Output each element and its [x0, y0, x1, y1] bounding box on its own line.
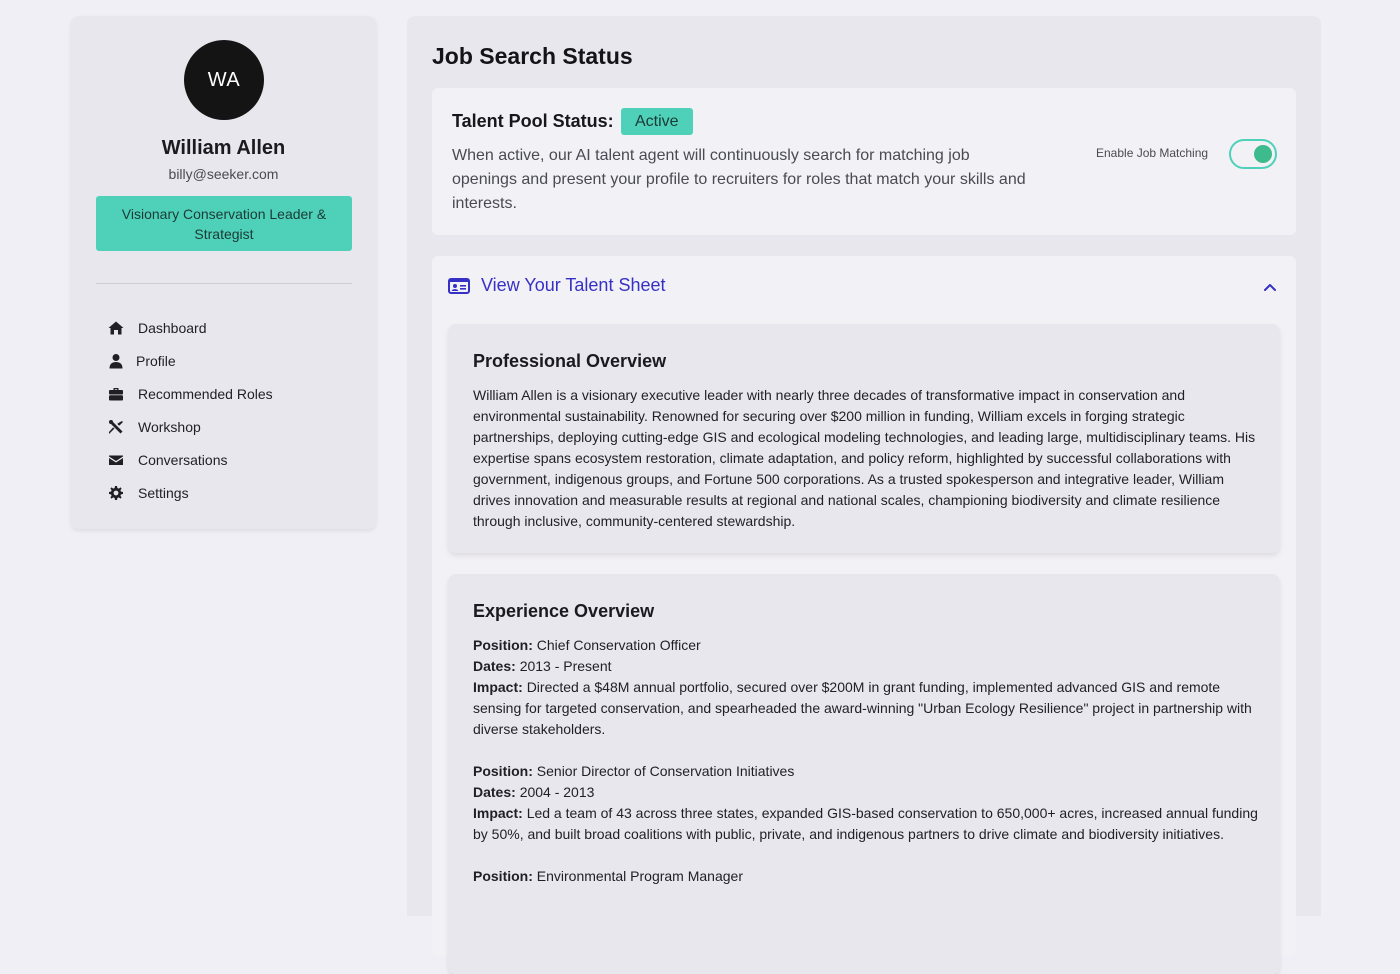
- experience-entry: Position: Senior Director of Conservatio…: [473, 761, 1263, 845]
- job-matching-toggle-label: Enable Job Matching: [1096, 146, 1209, 160]
- nav-label: Settings: [138, 484, 189, 501]
- gear-icon: [107, 484, 124, 501]
- nav-item-recommended-roles[interactable]: Recommended Roles: [107, 377, 347, 410]
- talent-pool-status-card: Talent Pool Status: Active When active, …: [432, 88, 1296, 235]
- position-label: Position:: [473, 868, 533, 884]
- avatar: WA: [184, 40, 264, 120]
- profile-sidebar: WA William Allen billy@seeker.com Vision…: [71, 16, 376, 529]
- id-card-icon: [448, 278, 470, 294]
- status-badge: Active: [621, 108, 693, 135]
- sidebar-divider: [96, 283, 352, 284]
- position-line: Position: Environmental Program Manager: [473, 866, 1263, 887]
- section-title: Experience Overview: [473, 601, 655, 621]
- dates-line: Dates: 2004 - 2013: [473, 782, 1263, 803]
- chevron-up-icon[interactable]: [1263, 280, 1277, 294]
- position-value: Chief Conservation Officer: [536, 637, 701, 653]
- position-value: Environmental Program Manager: [536, 868, 743, 884]
- talent-sheet-card: View Your Talent Sheet Professional Over…: [432, 256, 1296, 974]
- position-line: Position: Senior Director of Conservatio…: [473, 761, 1263, 782]
- impact-label: Impact:: [473, 805, 523, 821]
- nav-label: Recommended Roles: [138, 385, 273, 402]
- talent-sheet-header[interactable]: View Your Talent Sheet: [432, 256, 1296, 316]
- nav-item-workshop[interactable]: Workshop: [107, 410, 347, 443]
- briefcase-icon: [107, 385, 124, 402]
- position-value: Senior Director of Conservation Initiati…: [536, 763, 795, 779]
- experience-list: Position: Chief Conservation Officer Dat…: [473, 635, 1263, 908]
- status-description: When active, our AI talent agent will co…: [452, 147, 1026, 212]
- professional-overview-section: Professional Overview William Allen is a…: [448, 324, 1280, 553]
- page-title: Job Search Status: [432, 43, 633, 69]
- home-icon: [107, 319, 124, 336]
- position-label: Position:: [473, 763, 533, 779]
- dates-line: Dates: 2013 - Present: [473, 656, 1263, 677]
- headline-badge: Visionary Conservation Leader & Strategi…: [96, 196, 352, 251]
- dates-label: Dates:: [473, 784, 516, 800]
- dates-value: 2004 - 2013: [519, 784, 595, 800]
- impact-line: Impact: Directed a $48M annual portfolio…: [473, 677, 1263, 740]
- tools-icon: [107, 418, 124, 435]
- impact-label: Impact:: [473, 679, 523, 695]
- experience-overview-section: Experience Overview Position: Chief Cons…: [448, 574, 1280, 974]
- user-name: William Allen: [161, 137, 286, 159]
- experience-entry: Position: Environmental Program Manager: [473, 866, 1263, 887]
- talent-sheet-title[interactable]: View Your Talent Sheet: [481, 275, 665, 296]
- toggle-knob: [1254, 145, 1272, 163]
- sidebar-nav: Dashboard Profile Recommended Roles Work…: [107, 311, 347, 509]
- nav-item-profile[interactable]: Profile: [107, 344, 347, 377]
- overview-text: William Allen is a visionary executive l…: [473, 387, 1256, 529]
- envelope-icon: [107, 451, 124, 468]
- nav-item-dashboard[interactable]: Dashboard: [107, 311, 347, 344]
- nav-label: Dashboard: [138, 319, 207, 336]
- user-icon: [107, 352, 124, 369]
- job-matching-toggle[interactable]: [1229, 139, 1277, 169]
- position-label: Position:: [473, 637, 533, 653]
- main-panel: Job Search Status Talent Pool Status: Ac…: [407, 16, 1321, 974]
- dates-label: Dates:: [473, 658, 516, 674]
- impact-line: Impact: Led a team of 43 across three st…: [473, 803, 1263, 845]
- nav-label: Conversations: [138, 451, 228, 468]
- dates-value: 2013 - Present: [519, 658, 612, 674]
- section-title: Professional Overview: [473, 351, 667, 371]
- impact-value: Led a team of 43 across three states, ex…: [473, 805, 1258, 842]
- user-email: billy@seeker.com: [168, 166, 279, 182]
- impact-value: Directed a $48M annual portfolio, secure…: [473, 679, 1252, 737]
- experience-entry: Position: Chief Conservation Officer Dat…: [473, 635, 1263, 740]
- position-line: Position: Chief Conservation Officer: [473, 635, 1263, 656]
- nav-item-settings[interactable]: Settings: [107, 476, 347, 509]
- nav-item-conversations[interactable]: Conversations: [107, 443, 347, 476]
- status-label: Talent Pool Status:: [452, 111, 614, 131]
- nav-label: Workshop: [138, 418, 201, 435]
- nav-label: Profile: [136, 352, 176, 369]
